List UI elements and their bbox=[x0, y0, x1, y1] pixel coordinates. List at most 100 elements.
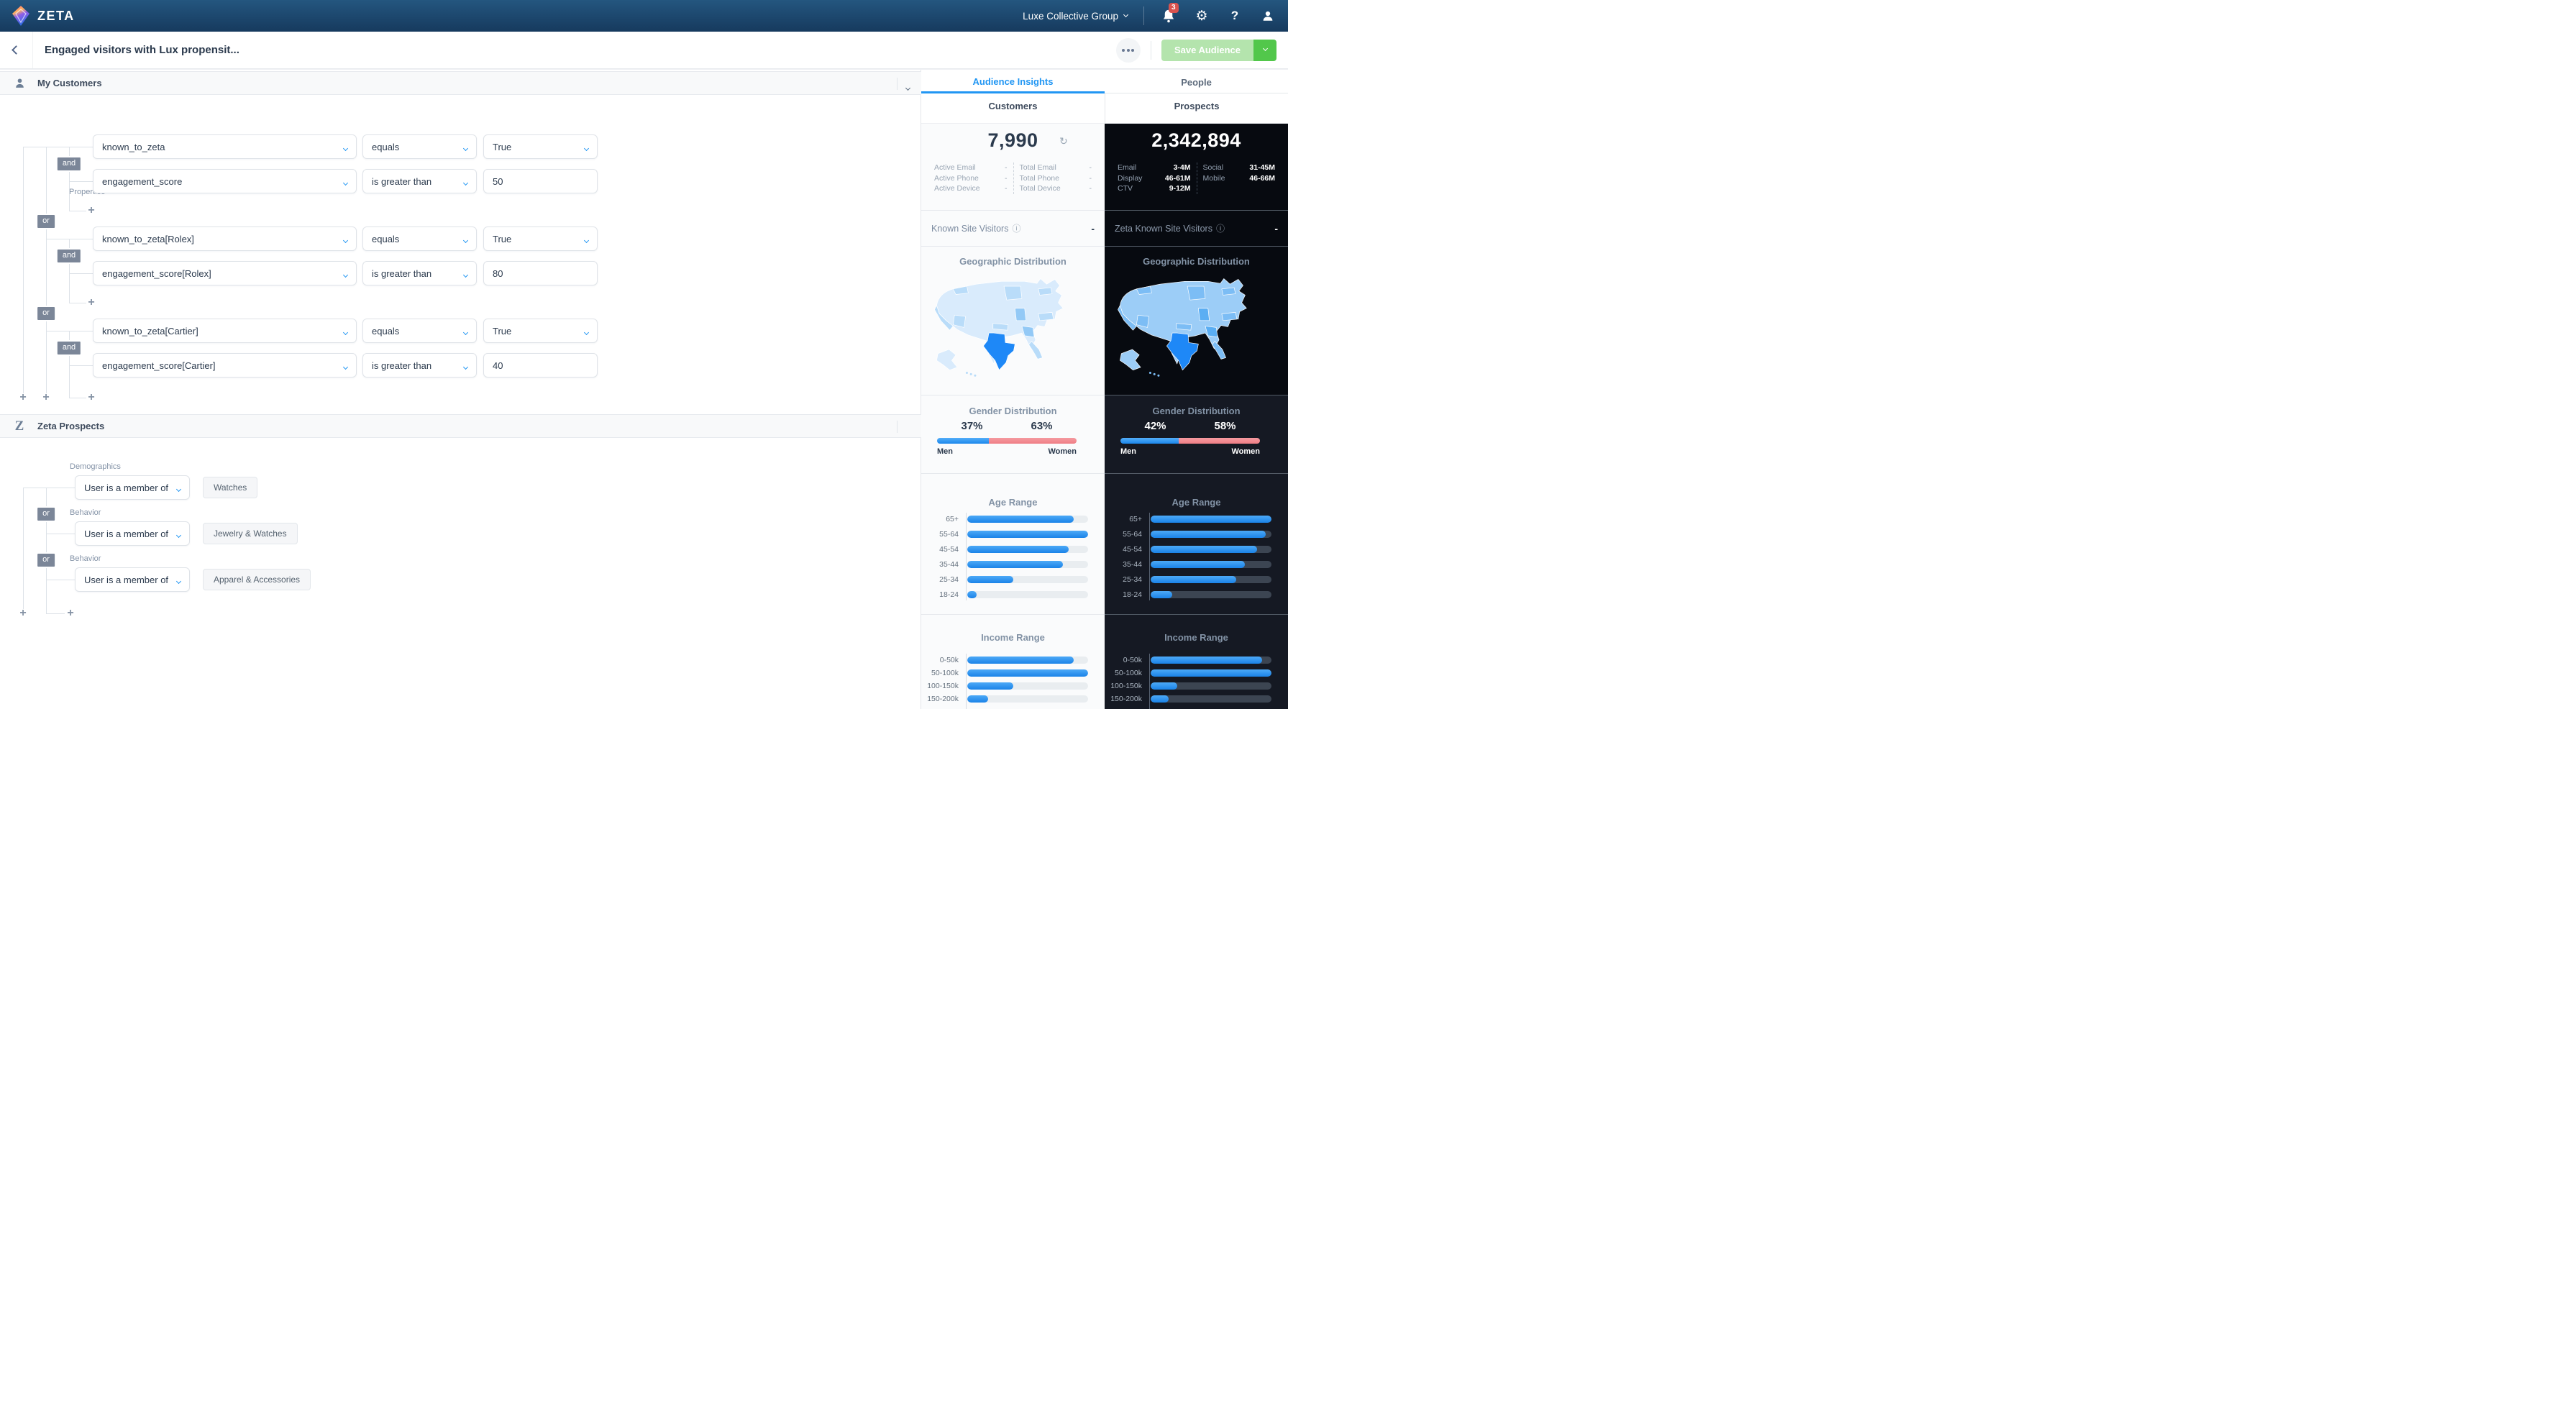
women-percent: 58% bbox=[1214, 420, 1236, 432]
back-chevron-icon bbox=[12, 45, 21, 55]
profile-button[interactable] bbox=[1259, 7, 1276, 24]
or-connector[interactable]: or bbox=[36, 214, 56, 229]
zeta-logo[interactable]: ZETA bbox=[12, 5, 75, 27]
operator-select[interactable]: equals bbox=[362, 134, 477, 159]
gear-icon: ⚙ bbox=[1195, 8, 1208, 24]
person-icon bbox=[10, 77, 29, 89]
audience-builder-panel: My Customers Properties and or and or an… bbox=[0, 70, 921, 709]
operator-select[interactable]: is greater than bbox=[362, 261, 477, 285]
chevron-down-icon bbox=[175, 482, 182, 493]
add-group-button[interactable]: + bbox=[19, 608, 26, 619]
info-icon[interactable]: ⓘ bbox=[1216, 222, 1225, 234]
rule-category: Behavior bbox=[70, 508, 101, 517]
field-select[interactable]: engagement_score[Cartier] bbox=[93, 353, 357, 378]
value-select[interactable]: True bbox=[483, 319, 598, 343]
gender-section: Gender Distribution 42% 58% Men Women bbox=[1105, 395, 1288, 473]
field-select[interactable]: known_to_zeta[Cartier] bbox=[93, 319, 357, 343]
chevron-down-icon bbox=[342, 326, 349, 337]
chevron-down-icon bbox=[342, 142, 349, 152]
chevron-down-icon bbox=[583, 326, 590, 337]
and-connector[interactable]: and bbox=[55, 340, 83, 356]
section-zeta-prospects[interactable]: Z Zeta Prospects bbox=[0, 414, 921, 438]
more-actions-button[interactable] bbox=[1115, 37, 1141, 63]
and-connector[interactable]: and bbox=[55, 248, 83, 264]
tab-audience-insights[interactable]: Audience Insights bbox=[921, 71, 1105, 93]
membership-select[interactable]: User is a member of bbox=[75, 475, 190, 500]
chevron-down-icon bbox=[342, 360, 349, 371]
segment-tag[interactable]: Jewelry & Watches bbox=[203, 523, 298, 544]
rule-category: Demographics bbox=[70, 462, 121, 471]
or-connector[interactable]: or bbox=[36, 306, 56, 321]
chevron-down-icon bbox=[342, 176, 349, 187]
segment-tag[interactable]: Apparel & Accessories bbox=[203, 569, 311, 590]
tree-line bbox=[23, 147, 24, 393]
add-condition-button[interactable]: + bbox=[88, 392, 94, 403]
or-connector[interactable]: or bbox=[36, 552, 56, 568]
add-condition-button[interactable]: + bbox=[88, 205, 94, 216]
field-select[interactable]: known_to_zeta bbox=[93, 134, 357, 159]
account-switcher[interactable]: Luxe Collective Group bbox=[1023, 11, 1129, 22]
field-select[interactable]: engagement_score bbox=[93, 169, 357, 193]
add-condition-button[interactable]: + bbox=[88, 297, 94, 308]
zeta-known-site-visitors-row: Zeta Known Site Visitors ⓘ - bbox=[1105, 210, 1288, 246]
save-audience-button[interactable]: Save Audience bbox=[1161, 39, 1253, 61]
value-input[interactable] bbox=[483, 169, 598, 193]
segment-tag[interactable]: Watches bbox=[203, 477, 258, 498]
save-options-button[interactable] bbox=[1253, 39, 1276, 61]
men-label: Men bbox=[1120, 447, 1136, 456]
membership-select[interactable]: User is a member of bbox=[75, 567, 190, 592]
chevron-down-icon bbox=[175, 575, 182, 585]
chevron-down-icon bbox=[1123, 12, 1129, 17]
age-section: Age Range 65+ 55-64 45-54 35-44 25-34 18… bbox=[921, 473, 1105, 614]
operator-select[interactable]: equals bbox=[362, 227, 477, 251]
rule-category: Behavior bbox=[70, 554, 101, 563]
chevron-down-icon bbox=[462, 176, 469, 187]
top-nav: ZETA Luxe Collective Group 3 ⚙ ? bbox=[0, 0, 1288, 32]
info-icon[interactable]: ⓘ bbox=[1012, 222, 1020, 234]
add-rule-button[interactable]: + bbox=[67, 608, 73, 619]
field-select[interactable]: engagement_score[Rolex] bbox=[93, 261, 357, 285]
app-window: ZETA Luxe Collective Group 3 ⚙ ? Engaged… bbox=[0, 0, 1288, 709]
insights-tabs: Audience Insights People bbox=[921, 71, 1288, 93]
operator-select[interactable]: equals bbox=[362, 319, 477, 343]
field-select[interactable]: known_to_zeta[Rolex] bbox=[93, 227, 357, 251]
income-section: Income Range 0-50k 50-100k 100-150k 150-… bbox=[1105, 614, 1288, 709]
chevron-down-icon bbox=[462, 326, 469, 337]
notification-badge: 3 bbox=[1169, 3, 1179, 13]
value-input[interactable] bbox=[483, 353, 598, 378]
tree-line bbox=[69, 273, 93, 274]
operator-select[interactable]: is greater than bbox=[362, 169, 477, 193]
chevron-down-icon bbox=[342, 268, 349, 279]
back-button[interactable] bbox=[0, 32, 33, 68]
subtab-customers[interactable]: Customers bbox=[921, 93, 1105, 124]
chevron-down-icon bbox=[462, 268, 469, 279]
divider bbox=[897, 78, 898, 90]
tree-line bbox=[69, 365, 93, 366]
membership-select[interactable]: User is a member of bbox=[75, 521, 190, 546]
tab-people[interactable]: People bbox=[1105, 71, 1288, 93]
divider bbox=[897, 421, 898, 433]
women-label: Women bbox=[1231, 447, 1260, 456]
refresh-icon[interactable]: ↻ bbox=[1059, 135, 1068, 147]
settings-button[interactable]: ⚙ bbox=[1193, 7, 1210, 24]
value-select[interactable]: True bbox=[483, 227, 598, 251]
or-connector[interactable]: or bbox=[36, 506, 56, 522]
collapse-chevron-icon[interactable] bbox=[905, 81, 911, 93]
nav-divider bbox=[1143, 6, 1144, 25]
customers-count: 7,990 bbox=[987, 129, 1038, 151]
page-title: Engaged visitors with Lux propensit... bbox=[45, 44, 239, 56]
tree-line bbox=[46, 613, 65, 614]
add-group-button[interactable]: + bbox=[42, 392, 49, 403]
subtab-prospects[interactable]: Prospects bbox=[1105, 93, 1288, 124]
value-input[interactable] bbox=[483, 261, 598, 285]
notifications-button[interactable]: 3 bbox=[1160, 3, 1179, 24]
help-button[interactable]: ? bbox=[1226, 7, 1243, 24]
chevron-down-icon bbox=[342, 234, 349, 244]
men-percent: 42% bbox=[1144, 420, 1166, 432]
section-my-customers[interactable]: My Customers bbox=[0, 71, 921, 95]
section-title: Zeta Prospects bbox=[37, 421, 105, 431]
operator-select[interactable]: is greater than bbox=[362, 353, 477, 378]
value-select[interactable]: True bbox=[483, 134, 598, 159]
add-group-button[interactable]: + bbox=[19, 392, 26, 403]
and-connector[interactable]: and bbox=[55, 156, 83, 172]
